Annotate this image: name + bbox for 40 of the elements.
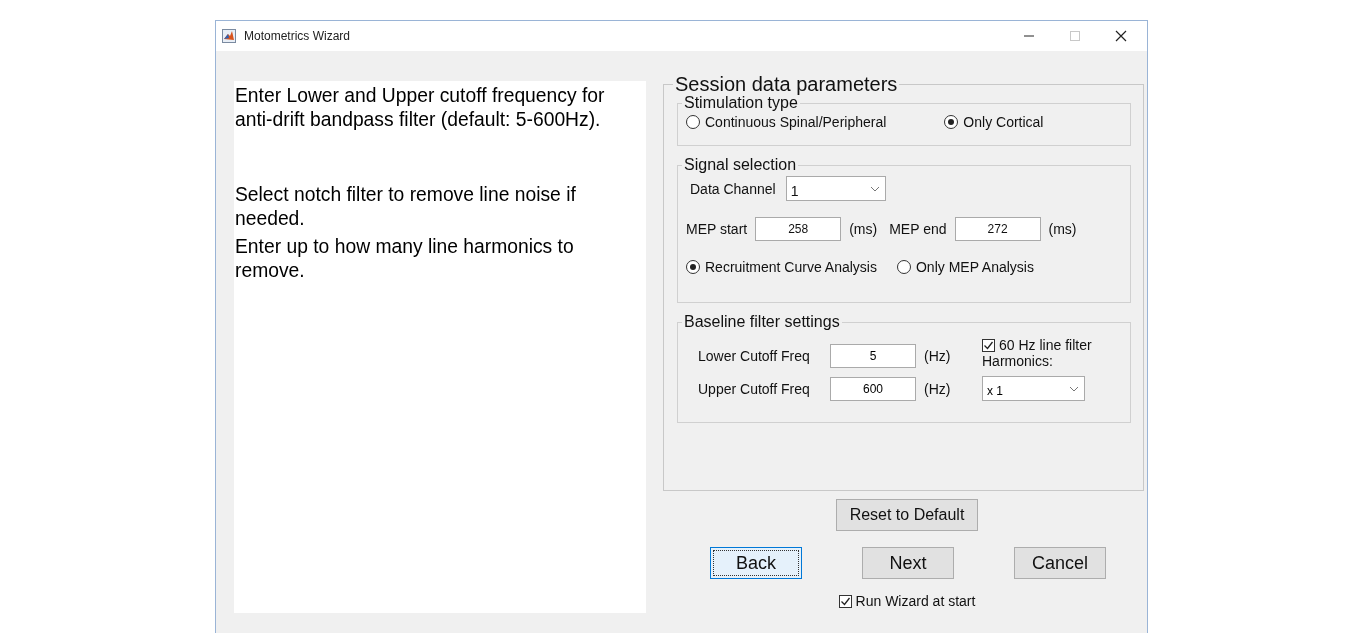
unit-label: (ms) — [1048, 221, 1077, 237]
unit-label: (Hz) — [924, 380, 952, 397]
field-label: Data Channel — [690, 180, 776, 197]
group-title: Signal selection — [683, 156, 798, 174]
radio-option[interactable]: Continuous Spinal/Peripheral — [686, 114, 887, 130]
wizard-button[interactable]: Back — [710, 547, 802, 579]
instruction-text: Enter Lower and Upper cutoff frequency for anti-drift bandpass filter (default: 5-600Hz). — [235, 84, 606, 132]
window-title: Motometrics Wizard — [244, 29, 350, 43]
channel-dropdown[interactable]: 1 — [785, 176, 886, 201]
wizard-button[interactable]: Cancel — [1014, 547, 1106, 579]
run-at-start-checkbox[interactable]: Run Wizard at start — [838, 593, 976, 609]
input-field[interactable]: 600 — [830, 376, 916, 401]
field-label: MEP start — [686, 221, 748, 237]
close-icon[interactable] — [1115, 30, 1127, 42]
group-title: Baseline filter settings — [683, 313, 841, 331]
line-filter-checkbox[interactable]: 60 Hz line filter — [982, 337, 1122, 353]
field-label: MEP end — [889, 221, 947, 237]
field-label: Lower Cutoff Freq — [698, 348, 811, 364]
chevron-icon — [869, 185, 880, 192]
radio-option[interactable]: Recruitment Curve Analysis — [686, 259, 877, 275]
check-icon — [839, 595, 851, 607]
check-icon — [983, 339, 994, 351]
reset-button[interactable]: Reset to Default — [836, 499, 978, 531]
input-field[interactable]: 258 — [755, 217, 842, 241]
chevron-icon — [1069, 385, 1079, 392]
field-label: Upper Cutoff Freq — [698, 380, 811, 397]
group-title: Stimulation type — [683, 94, 798, 112]
radio-option[interactable]: Only Cortical — [944, 114, 1044, 130]
harmonics-dropdown[interactable]: x 1 — [982, 376, 1085, 401]
radio-option[interactable]: Only MEP Analysis — [896, 259, 1034, 275]
unit-label: (Hz) — [924, 348, 952, 364]
panel-title: Session data parameters — [674, 73, 899, 96]
input-field[interactable]: 272 — [954, 217, 1041, 241]
instruction-text: Select notch filter to remove line noise if needed. — [235, 183, 577, 231]
field-label: Harmonics: — [982, 353, 1054, 369]
unit-label: (ms) — [849, 221, 878, 237]
instruction-text: Enter up to how many line harmonics to remove. — [235, 235, 575, 283]
wizard-button[interactable]: Next — [862, 547, 954, 579]
app-icon — [222, 29, 236, 43]
input-field[interactable]: 5 — [830, 344, 916, 368]
